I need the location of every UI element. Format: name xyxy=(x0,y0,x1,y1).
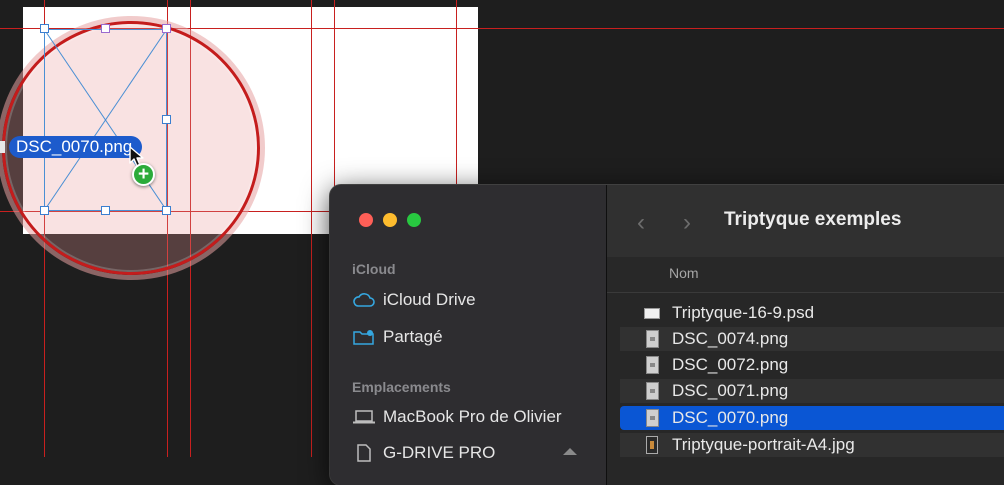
file-row[interactable]: DSC_0074.png xyxy=(620,327,1004,351)
file-row[interactable]: DSC_0070.png xyxy=(620,406,1004,430)
zoom-window-button[interactable] xyxy=(407,213,421,227)
file-row[interactable]: Triptyque-portrait-A4.jpg xyxy=(620,433,1004,457)
sidebar-item-icloud-drive[interactable]: iCloud Drive xyxy=(352,288,476,312)
psd-file-icon xyxy=(644,307,660,319)
close-window-button[interactable] xyxy=(359,213,373,227)
file-icon xyxy=(644,435,660,455)
sidebar-item-label: iCloud Drive xyxy=(383,290,476,309)
sidebar-item-macbook[interactable]: MacBook Pro de Olivier xyxy=(352,405,562,429)
drive-icon xyxy=(352,444,376,462)
file-name: DSC_0070.png xyxy=(672,408,789,427)
file-icon xyxy=(644,408,660,428)
png-file-icon xyxy=(645,356,659,374)
sidebar-item-label: Partagé xyxy=(383,327,443,346)
file-icon xyxy=(644,381,660,401)
sidebar-heading-icloud: iCloud xyxy=(352,261,396,277)
png-file-icon xyxy=(645,409,659,427)
file-name: DSC_0071.png xyxy=(672,381,789,400)
file-row[interactable]: DSC_0072.png xyxy=(620,353,1004,377)
sidebar-item-label: G-DRIVE PRO xyxy=(383,443,496,462)
file-icon xyxy=(644,355,660,375)
finder-main: ‹ › Triptyque exemples Nom Triptyque-16-… xyxy=(607,185,1004,485)
drag-preview-edge xyxy=(0,141,5,153)
resize-handle[interactable] xyxy=(162,206,171,215)
cloud-icon xyxy=(352,291,376,309)
forward-button[interactable]: › xyxy=(683,209,691,237)
finder-window[interactable]: iCloud iCloud Drive Partagé Emplacements… xyxy=(330,185,1004,485)
resize-handle[interactable] xyxy=(162,24,171,33)
guide-vertical[interactable] xyxy=(311,0,312,457)
jpg-file-icon xyxy=(646,436,658,454)
sidebar-item-label: MacBook Pro de Olivier xyxy=(383,407,562,426)
back-button[interactable]: ‹ xyxy=(637,209,645,237)
file-name: Triptyque-16-9.psd xyxy=(672,303,815,322)
window-title: Triptyque exemples xyxy=(724,209,902,230)
sidebar-item-shared[interactable]: Partagé xyxy=(352,325,443,349)
png-file-icon xyxy=(645,382,659,400)
resize-handle[interactable] xyxy=(101,206,110,215)
png-file-icon xyxy=(645,330,659,348)
resize-handle[interactable] xyxy=(40,24,49,33)
sidebar-heading-locations: Emplacements xyxy=(352,379,451,395)
resize-handle[interactable] xyxy=(162,115,171,124)
column-header-label: Nom xyxy=(669,265,699,281)
shared-folder-icon xyxy=(352,328,376,346)
finder-sidebar: iCloud iCloud Drive Partagé Emplacements… xyxy=(330,185,607,485)
sidebar-item-g-drive[interactable]: G-DRIVE PRO xyxy=(352,441,495,465)
file-name: DSC_0074.png xyxy=(672,329,789,348)
file-row[interactable]: DSC_0071.png xyxy=(620,379,1004,403)
minimize-window-button[interactable] xyxy=(383,213,397,227)
file-row[interactable]: Triptyque-16-9.psd xyxy=(620,301,1004,325)
resize-handle[interactable] xyxy=(40,206,49,215)
file-icon xyxy=(644,329,660,349)
file-icon xyxy=(644,303,660,323)
laptop-icon xyxy=(352,408,376,426)
drag-filename-label: DSC_0070.png xyxy=(9,136,143,158)
file-name: Triptyque-portrait-A4.jpg xyxy=(672,435,855,454)
copy-plus-icon: + xyxy=(132,163,155,186)
resize-handle[interactable] xyxy=(101,24,110,33)
file-name: DSC_0072.png xyxy=(672,355,789,374)
finder-toolbar: ‹ › Triptyque exemples xyxy=(607,185,1004,258)
column-header-name[interactable]: Nom xyxy=(607,257,1004,293)
